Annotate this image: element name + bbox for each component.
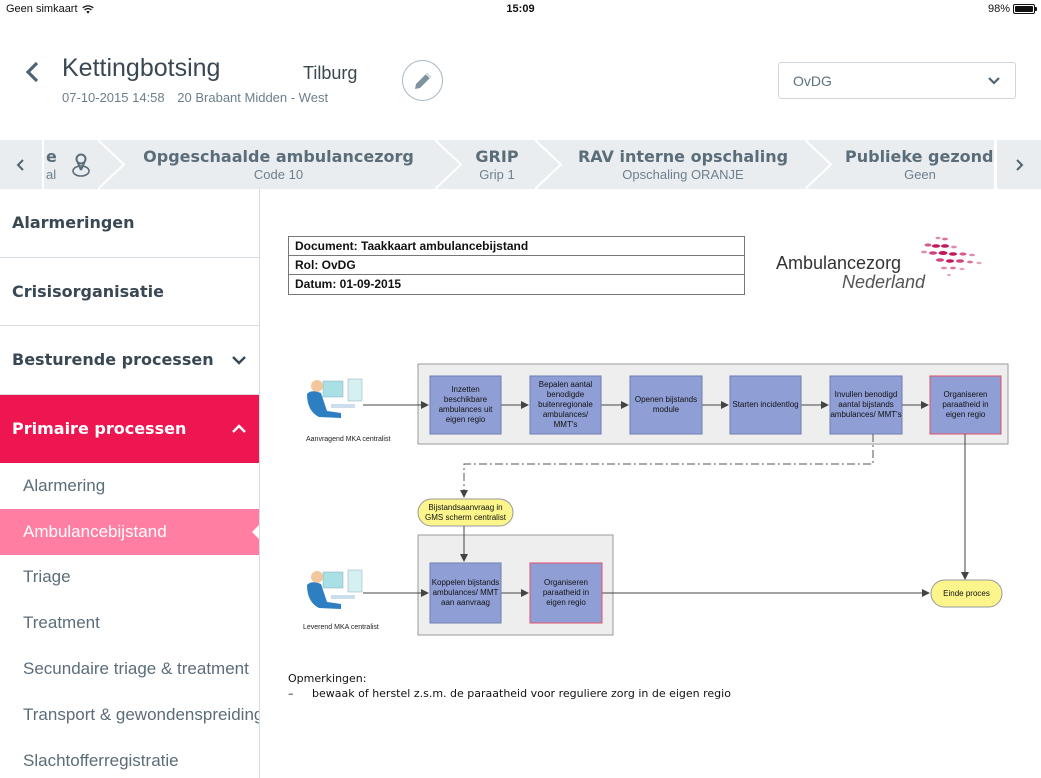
- actor-label-requesting: Aanvragend MKA centralist: [306, 436, 391, 443]
- sidebar-item-alarmering[interactable]: Alarmering: [0, 463, 259, 509]
- chevron-down-icon: [988, 76, 1000, 85]
- incident-header: Kettingbotsing Tilburg 07-10-2015 14:58 …: [0, 50, 1041, 120]
- actor-label-supplying: Leverend MKA centralist: [303, 624, 379, 631]
- step-label: Invullen benodigd aantal bijstands ambul…: [830, 390, 902, 419]
- sidebar-item-secundaire-triage[interactable]: Secundaire triage & treatment: [0, 646, 259, 692]
- step-label: Organiseren paraatheid in eigen regio: [942, 390, 989, 419]
- sidebar-section-besturende-processen[interactable]: Besturende processen: [0, 326, 259, 395]
- sidebar-section-alarmeringen[interactable]: Alarmeringen: [0, 189, 259, 258]
- chevron-left-icon: [16, 158, 24, 171]
- phase-breadcrumb: e al Opgeschaalde ambulancezorg Code 10 …: [0, 140, 1041, 189]
- back-button[interactable]: [22, 58, 42, 86]
- chevron-down-icon: [232, 355, 246, 365]
- sidebar-item-ambulancebijstand[interactable]: Ambulancebijstand: [0, 508, 259, 555]
- incident-city: Tilburg: [303, 63, 358, 83]
- breadcrumb-item-grip[interactable]: GRIP Grip 1: [462, 140, 532, 189]
- role-select-value: OvDG: [793, 72, 832, 89]
- sidebar-section-primaire-processen[interactable]: Primaire processen: [0, 394, 259, 463]
- breadcrumb-next-button[interactable]: [994, 140, 1041, 189]
- step-label: Organiseren paraatheid in eigen regio: [542, 578, 590, 607]
- breadcrumb-separator: [535, 140, 563, 189]
- breadcrumb-separator: [98, 140, 126, 189]
- location-pin-icon: [72, 153, 90, 177]
- incident-title: Kettingbotsing: [62, 54, 221, 82]
- task-card-document: Document: Taakkaart ambulancebijstand Ro…: [261, 189, 1041, 778]
- step-label: Inzetten beschikbare ambulances uit eige…: [438, 385, 493, 424]
- pencil-icon: [414, 72, 431, 89]
- chevron-right-icon: [1016, 158, 1024, 171]
- sidebar-item-triage[interactable]: Triage: [0, 555, 259, 601]
- status-bar: Geen simkaart 15:09 98%: [0, 0, 1041, 20]
- step-label: Starten incidentlog: [732, 400, 799, 409]
- step-label: Openen bijstands module: [634, 395, 698, 414]
- battery-icon: [1013, 4, 1037, 14]
- battery-percent: 98%: [987, 3, 1010, 15]
- actor-icon-supplying: [307, 569, 363, 609]
- breadcrumb-prev-button[interactable]: [0, 140, 44, 189]
- edit-button[interactable]: [402, 60, 443, 101]
- breadcrumb-item-opgeschaalde[interactable]: Opgeschaalde ambulancezorg Code 10: [126, 140, 431, 189]
- role-select[interactable]: OvDG: [778, 62, 1016, 99]
- sidebar-item-treatment[interactable]: Treatment: [0, 600, 259, 646]
- incident-datetime: 07-10-2015 14:58: [62, 90, 165, 105]
- step-label: Bepalen aantal benodigde buitenregionale…: [538, 380, 593, 429]
- actor-icon-requesting: [307, 378, 363, 418]
- breadcrumb-separator: [435, 140, 463, 189]
- clock: 15:09: [506, 3, 535, 15]
- remarks-item: – bewaak of herstel z.s.m. de paraatheid…: [288, 687, 731, 700]
- incident-region: 20 Brabant Midden - West: [177, 90, 329, 105]
- remarks: Opmerkingen: – bewaak of herstel z.s.m. …: [288, 672, 731, 700]
- breadcrumb-item-publieke[interactable]: Publieke gezond Geen: [845, 140, 995, 189]
- sidebar-section-crisisorganisatie[interactable]: Crisisorganisatie: [0, 258, 259, 326]
- breadcrumb-item-rav[interactable]: RAV interne opschaling Opschaling ORANJE: [565, 140, 801, 189]
- sidebar: Alarmeringen Crisisorganisatie Besturend…: [0, 189, 260, 778]
- breadcrumb-separator: [805, 140, 833, 189]
- sidebar-item-slachtofferregistratie[interactable]: Slachtofferregistratie: [0, 738, 259, 778]
- sidebar-item-transport[interactable]: Transport & gewondenspreiding: [0, 692, 259, 738]
- incident-subline: 07-10-2015 14:58 20 Brabant Midden - Wes…: [62, 90, 337, 105]
- chevron-left-icon: [25, 61, 39, 83]
- lane-top: [417, 363, 1009, 445]
- breadcrumb-item-partial-left[interactable]: e al: [46, 140, 66, 189]
- chevron-up-icon: [232, 424, 246, 433]
- step-label: Koppelen bijstands ambulances/ MMT aan a…: [431, 578, 500, 607]
- request-note-label: Bijstandsaanvraag in GMS scherm centrali…: [425, 502, 506, 522]
- end-label: Einde proces: [943, 588, 990, 598]
- remarks-title: Opmerkingen:: [288, 672, 367, 685]
